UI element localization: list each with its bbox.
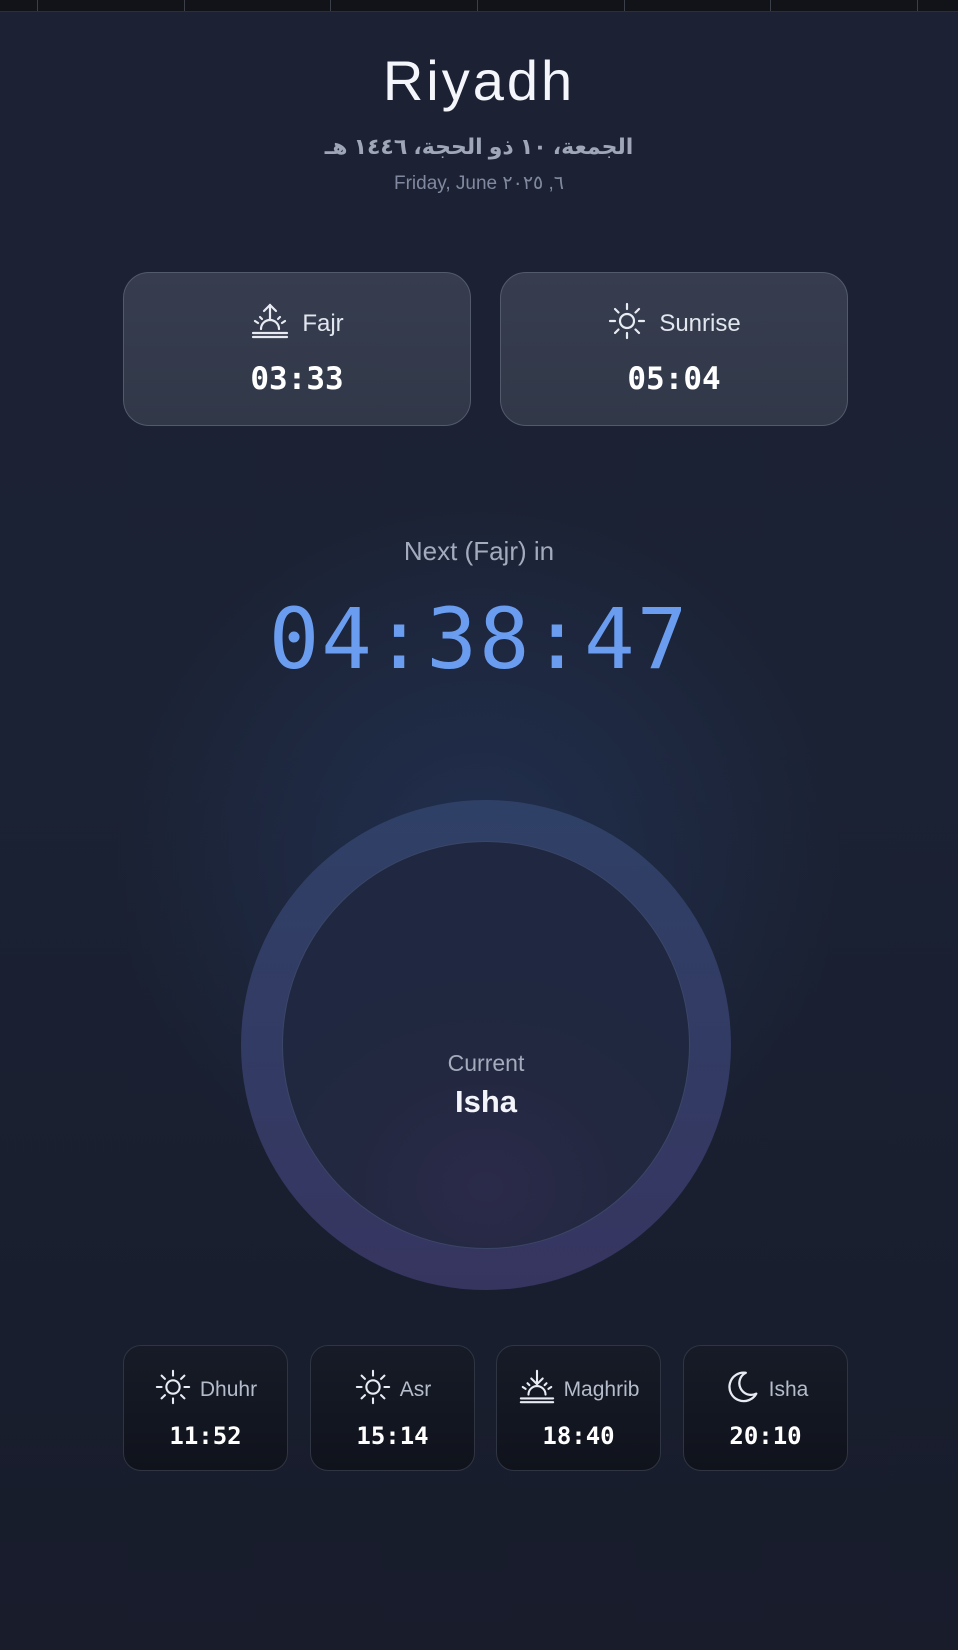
top-tab-strip: [0, 0, 958, 12]
tab-strip-cell: [918, 0, 958, 11]
prayer-time: 20:10: [729, 1422, 802, 1450]
prayer-label: Isha: [768, 1377, 809, 1401]
prayer-time: 05:04: [627, 361, 721, 397]
prayer-card-fajr[interactable]: Fajr 03:33: [123, 272, 471, 426]
city-title: Riyadh: [382, 49, 576, 112]
prayer-times-page: Riyadh الجمعة، ١٠ ذو الحجة، ١٤٤٦ هـ Frid…: [0, 0, 958, 1650]
countdown-timer: 04:38:47: [268, 590, 690, 688]
current-prayer-name: Isha: [454, 1084, 518, 1119]
tab-strip-cell: [38, 0, 185, 11]
prayer-card-header: Fajr: [124, 301, 470, 346]
prayer-time: 03:33: [250, 361, 344, 397]
hijri-date: الجمعة، ١٠ ذو الحجة، ١٤٤٦ هـ: [324, 134, 634, 159]
tab-strip-cell: [331, 0, 479, 11]
prayer-label: Dhuhr: [199, 1377, 258, 1401]
moon-icon: [723, 1368, 761, 1411]
prayer-label: Sunrise: [659, 309, 741, 337]
tab-strip-cell: [185, 0, 332, 11]
tab-strip-cell: [771, 0, 919, 11]
current-label: Current: [447, 1050, 525, 1076]
sunset-down-icon: [518, 1368, 556, 1411]
prayer-time: 18:40: [542, 1422, 615, 1450]
prayer-time: 11:52: [169, 1422, 242, 1450]
prayer-card-dhuhr[interactable]: Dhuhr 11:52: [123, 1345, 288, 1471]
prayer-card-header: Sunrise: [501, 301, 847, 346]
tab-strip-cell: [478, 0, 625, 11]
next-prayer-label: Next (Fajr) in: [403, 536, 555, 566]
gregorian-date: Friday, June ٦, ٢٠٢٥: [393, 173, 565, 194]
prayer-card-isha[interactable]: Isha 20:10: [683, 1345, 848, 1471]
prayer-label: Asr: [399, 1377, 432, 1401]
prayer-label: Maghrib: [563, 1377, 640, 1401]
sunrise-up-icon: [250, 301, 290, 346]
prayer-card-header: Dhuhr: [124, 1368, 287, 1411]
prayer-label: Fajr: [302, 309, 344, 337]
prayer-time: 15:14: [356, 1422, 429, 1450]
current-prayer-ring: Current Isha: [241, 800, 731, 1290]
prayer-card-sunrise[interactable]: Sunrise 05:04: [500, 272, 848, 426]
prayer-card-header: Isha: [684, 1368, 847, 1411]
prayer-card-header: Maghrib: [497, 1368, 660, 1411]
sun-icon: [607, 301, 647, 346]
prayer-card-asr[interactable]: Asr 15:14: [310, 1345, 475, 1471]
sun-icon: [154, 1368, 192, 1411]
tab-strip-cell: [625, 0, 772, 11]
tab-strip-cell: [0, 0, 38, 11]
prayer-card-header: Asr: [311, 1368, 474, 1411]
prayer-card-maghrib[interactable]: Maghrib 18:40: [496, 1345, 661, 1471]
sun-icon: [354, 1368, 392, 1411]
current-prayer-circle: Current Isha: [282, 841, 690, 1249]
